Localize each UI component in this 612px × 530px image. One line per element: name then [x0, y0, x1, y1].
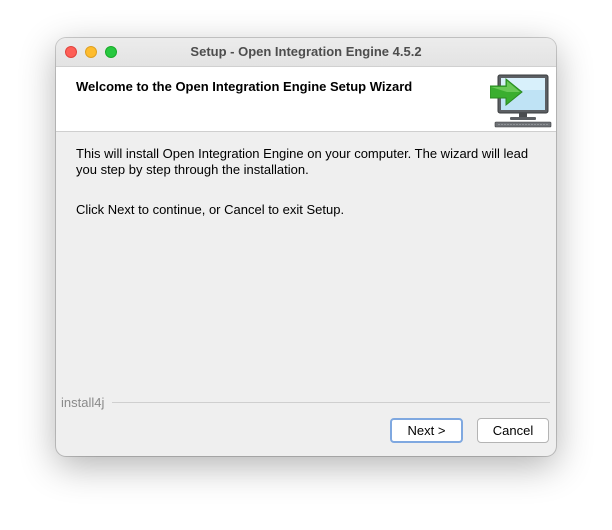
footer-divider	[112, 402, 550, 403]
instruction-text: Click Next to continue, or Cancel to exi…	[76, 202, 345, 217]
window-title: Setup - Open Integration Engine 4.5.2	[190, 44, 422, 59]
next-button[interactable]: Next >	[390, 418, 463, 443]
title-bar[interactable]: Setup - Open Integration Engine 4.5.2	[56, 38, 556, 67]
computer-with-green-arrow-icon	[489, 72, 552, 128]
install4j-brand-label: install4j	[61, 395, 105, 410]
intro-text: This will install Open Integration Engin…	[76, 146, 529, 177]
cancel-button[interactable]: Cancel	[477, 418, 549, 443]
wizard-heading: Welcome to the Open Integration Engine S…	[76, 79, 413, 94]
setup-window: Setup - Open Integration Engine 4.5.2 We…	[56, 38, 556, 456]
wizard-header: Welcome to the Open Integration Engine S…	[56, 67, 556, 132]
wizard-body: This will install Open Integration Engin…	[76, 146, 541, 218]
